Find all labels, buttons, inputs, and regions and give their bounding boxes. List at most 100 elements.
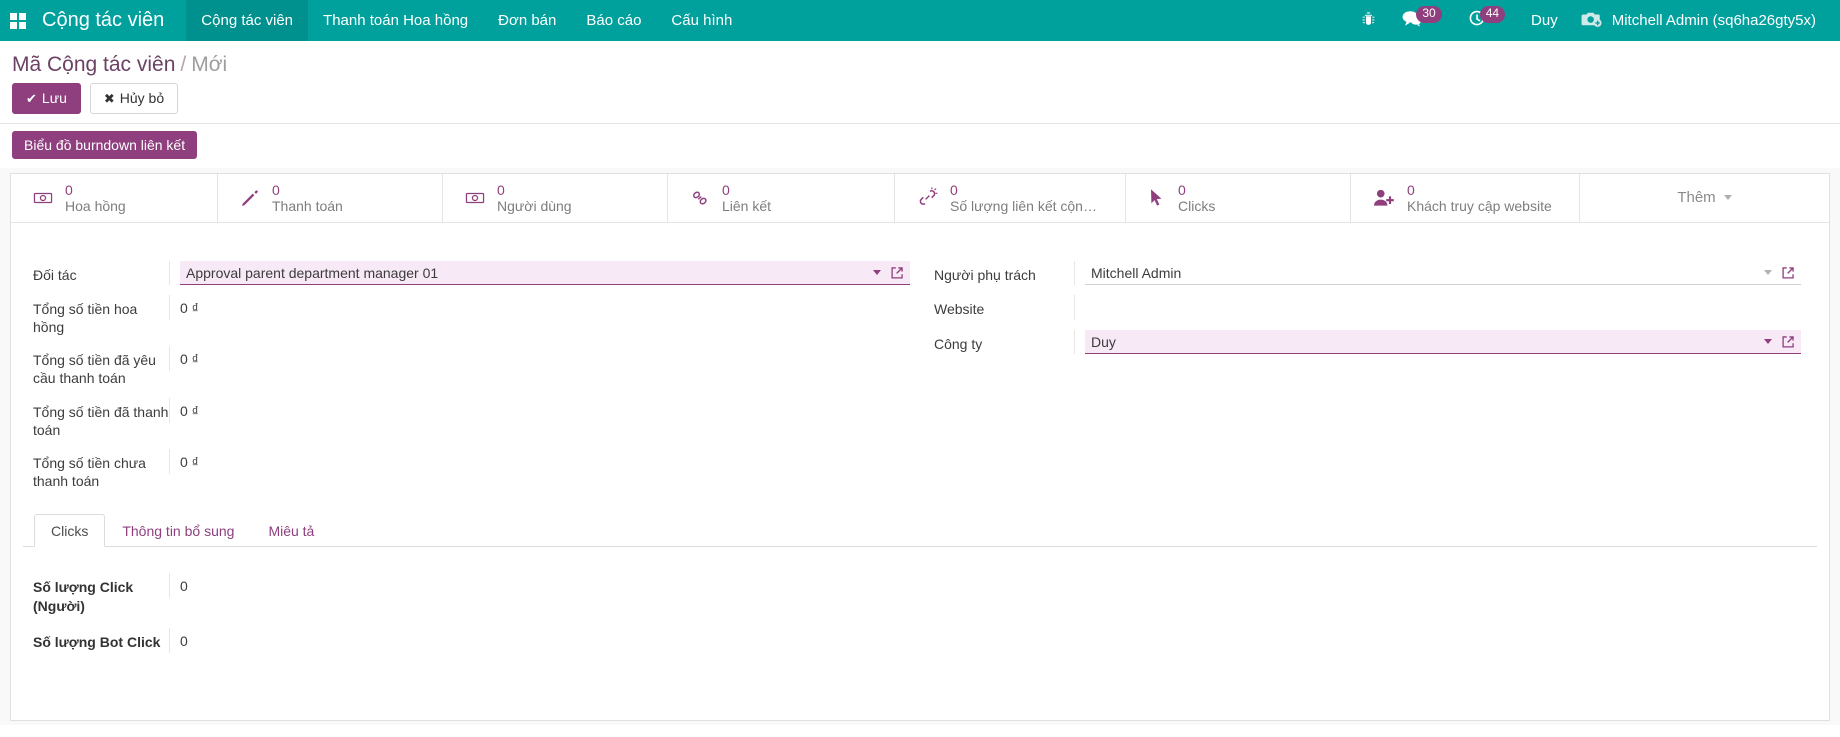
burndown-chart-button[interactable]: Biểu đồ burndown liên kết	[12, 130, 198, 159]
database-name: Duy	[1531, 12, 1558, 29]
user-name-label: Mitchell Admin (sq6ha26gty5x)	[1611, 12, 1816, 29]
field-value: 0 ₫	[180, 299, 199, 316]
stat-button-so-luong-lien-ket-cong[interactable]: 0 Số lượng liên kết cộng...	[895, 173, 1126, 222]
field-doi-tac: Đối tác Approval parent department manag…	[33, 260, 910, 285]
top-navbar: Cộng tác viên Cộng tác viên Thanh toán H…	[0, 0, 1840, 41]
field-value: Mitchell Admin	[1091, 264, 1182, 281]
chevron-down-icon[interactable]	[1764, 270, 1772, 276]
activities-menu-button[interactable]: 44	[1455, 6, 1518, 32]
stat-value: 0	[65, 181, 73, 198]
stat-button-hoa-hong[interactable]: 0 Hoa hồng	[11, 173, 218, 222]
field-so-luong-bot-click: Số lượng Bot Click 0	[33, 627, 1817, 653]
stat-more-dropdown[interactable]: Thêm	[1580, 174, 1829, 222]
navbar-systray: 30 44 Duy Mitchell Admin (sq6ha26gty5x)	[1348, 0, 1840, 41]
tab-clicks[interactable]: Clicks	[34, 514, 106, 548]
user-menu-button[interactable]: Mitchell Admin (sq6ha26gty5x)	[1571, 10, 1826, 32]
activities-count-badge: 44	[1479, 6, 1506, 23]
notebook-page-clicks: Số lượng Click (Người) 0 Số lượng Bot Cl…	[23, 547, 1817, 653]
stat-button-thanh-toan[interactable]: 0 Thanh toán	[218, 173, 443, 222]
field-value: 0 ₫	[180, 351, 199, 368]
field-label: Tổng số tiền đã yêu cầu thanh toán	[33, 352, 156, 387]
messages-count-badge: 30	[1416, 6, 1442, 23]
camera-avatar-icon	[1581, 10, 1603, 32]
save-button[interactable]: ✔ Lưu	[12, 83, 81, 114]
times-icon: ✖	[103, 91, 115, 106]
field-so-luong-click-nguoi: Số lượng Click (Người) 0	[33, 573, 1817, 614]
messages-menu-button[interactable]: 30	[1389, 6, 1454, 31]
cong-ty-input[interactable]: Duy	[1085, 329, 1801, 354]
field-label: Tổng số tiền đã thanh toán	[33, 403, 169, 438]
menu-item-cau-hinh[interactable]: Cấu hình	[656, 0, 747, 41]
main-menu: Cộng tác viên Thanh toán Hoa hồng Đơn bá…	[186, 0, 747, 41]
field-label: Tổng số tiền hoa hồng	[33, 300, 138, 336]
stat-label: Thanh toán	[272, 197, 343, 214]
nguoi-phu-trach-input[interactable]: Mitchell Admin	[1085, 261, 1801, 285]
field-value: 0	[180, 632, 188, 649]
field-value[interactable]	[1085, 295, 1801, 320]
record-action-buttons: ✔ Lưu ✖ Hủy bỏ	[12, 83, 1828, 123]
menu-item-don-ban[interactable]: Đơn bán	[483, 0, 571, 41]
field-value: 0	[180, 578, 188, 595]
form-column-right: Người phụ trách Mitchell Admin Website C…	[920, 260, 1829, 501]
breadcrumb-current: Mới	[191, 53, 228, 76]
chain-broken-icon	[917, 187, 938, 208]
field-label: Công ty	[934, 335, 983, 352]
internal-link-icon[interactable]	[1781, 335, 1795, 349]
apps-menu-toggle[interactable]	[0, 0, 36, 41]
menu-item-cong-tac-vien[interactable]: Cộng tác viên	[186, 0, 309, 41]
chain-link-icon	[690, 188, 710, 208]
chevron-down-icon	[1723, 195, 1732, 201]
stat-button-nguoi-dung[interactable]: 0 Người dùng	[443, 173, 668, 222]
form-group-container: Đối tác Approval parent department manag…	[11, 223, 1829, 501]
field-value: Approval parent department manager 01	[186, 264, 439, 281]
stat-button-box: 0 Hoa hồng 0 Thanh toán 0 Người dùng 0 L…	[11, 173, 1829, 223]
stat-label: Liên kết	[722, 197, 772, 214]
field-label: Tổng số tiền chưa thanh toán	[33, 455, 146, 490]
doi-tac-input[interactable]: Approval parent department manager 01	[180, 260, 910, 285]
field-value: 0 ₫	[180, 454, 199, 471]
discard-button[interactable]: ✖ Hủy bỏ	[89, 83, 179, 114]
field-label: Website	[934, 300, 985, 317]
stat-value: 0	[1178, 181, 1186, 198]
check-icon: ✔	[26, 91, 37, 106]
menu-item-bao-cao[interactable]: Báo cáo	[571, 0, 656, 41]
stat-label: Hoa hồng	[65, 197, 126, 214]
field-cong-ty: Công ty Duy	[934, 329, 1801, 354]
stat-button-khach-truy-cap-website[interactable]: 0 Khách truy cập website	[1351, 173, 1580, 222]
field-label: Người phụ trách	[934, 266, 1036, 283]
mouse-pointer-icon	[1148, 188, 1166, 208]
debug-menu-button[interactable]	[1348, 11, 1389, 30]
bug-icon	[1361, 11, 1376, 30]
stat-value: 0	[950, 181, 958, 198]
control-panel: Mã Cộng tác viên / Mới ✔ Lưu ✖ Hủy bỏ	[0, 41, 1840, 124]
field-label: Số lượng Bot Click	[33, 633, 161, 650]
internal-link-icon[interactable]	[1781, 266, 1795, 280]
save-button-label: Lưu	[41, 90, 67, 106]
field-nguoi-phu-trach: Người phụ trách Mitchell Admin	[934, 260, 1801, 285]
tab-thong-tin-bo-sung[interactable]: Thông tin bổ sung	[105, 514, 251, 547]
extra-actions-bar: Biểu đồ burndown liên kết	[0, 123, 1840, 168]
chevron-down-icon[interactable]	[873, 270, 881, 276]
stat-label: Clicks	[1178, 197, 1216, 214]
field-label: Đối tác	[33, 266, 77, 283]
stat-label: Khách truy cập website	[1407, 197, 1552, 214]
tab-mieu-ta[interactable]: Miêu tả	[251, 514, 331, 547]
field-tong-so-tien-chua-thanh-toan: Tổng số tiền chưa thanh toán 0 ₫	[33, 449, 910, 490]
sheet-background: 0 Hoa hồng 0 Thanh toán 0 Người dùng 0 L…	[0, 167, 1840, 725]
breadcrumb-root[interactable]: Mã Cộng tác viên	[12, 53, 175, 76]
database-label[interactable]: Duy	[1518, 12, 1571, 29]
internal-link-icon[interactable]	[890, 266, 904, 280]
stat-value: 0	[272, 181, 280, 198]
stat-value: 0	[722, 181, 730, 198]
stat-value: 0	[497, 181, 505, 198]
chevron-down-icon[interactable]	[1764, 339, 1772, 345]
menu-item-thanh-toan-hoa-hong[interactable]: Thanh toán Hoa hồng	[308, 0, 483, 41]
field-label: Số lượng Click (Người)	[33, 579, 134, 614]
notebook-tabs: Clicks Thông tin bổ sung Miêu tả	[23, 514, 1817, 548]
discard-button-label: Hủy bỏ	[119, 90, 165, 106]
stat-button-clicks[interactable]: 0 Clicks	[1126, 173, 1351, 222]
app-brand[interactable]: Cộng tác viên	[36, 0, 186, 41]
stat-button-lien-ket[interactable]: 0 Liên kết	[668, 173, 895, 222]
field-value: 0 ₫	[180, 402, 199, 419]
field-tong-so-tien-hoa-hong: Tổng số tiền hoa hồng 0 ₫	[33, 294, 910, 336]
